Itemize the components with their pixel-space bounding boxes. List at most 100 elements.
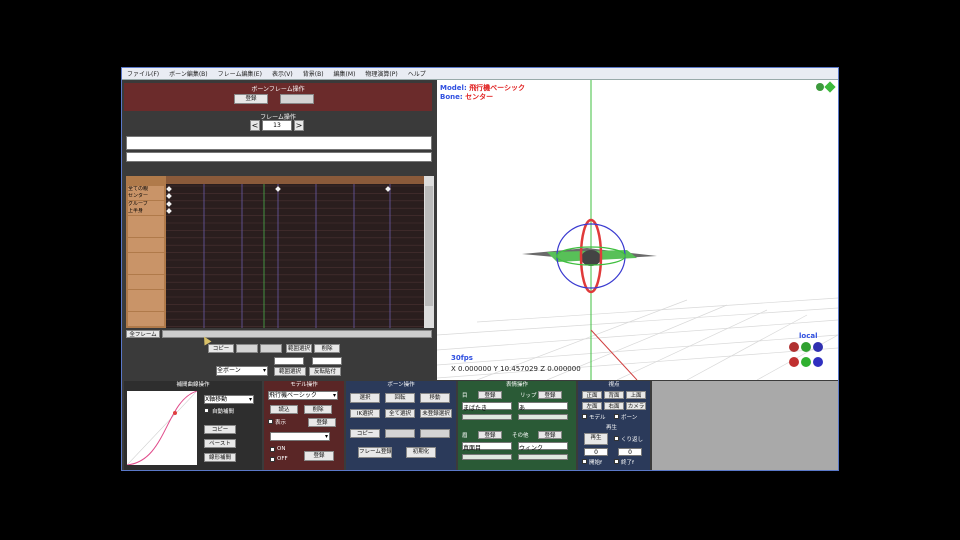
bone-row-name[interactable] xyxy=(128,311,164,319)
menu-background[interactable]: 背景(B) xyxy=(298,69,329,78)
bone-row-name[interactable]: 上半身 xyxy=(128,208,164,216)
view-left-button[interactable]: 左面 xyxy=(582,402,602,410)
model-ext-dropdown[interactable]: ▾ xyxy=(270,432,330,441)
bone-row-name[interactable] xyxy=(128,289,164,297)
bone-copy-button[interactable]: コピー xyxy=(350,429,380,438)
other-register-button[interactable]: 登録 xyxy=(538,431,562,439)
on-checkbox[interactable] xyxy=(270,447,275,452)
ik-select-button[interactable]: IK選択 xyxy=(350,409,380,418)
menu-physics[interactable]: 物理演算(P) xyxy=(360,69,402,78)
timeline[interactable]: 全ての親 センター グルーブ 上半身 xyxy=(126,176,434,328)
viewport-scene[interactable] xyxy=(437,80,838,380)
bone-row-name[interactable]: 全ての親 xyxy=(128,186,164,193)
view-toggle-icon-1[interactable] xyxy=(815,83,824,91)
model-load-button[interactable]: 読込 xyxy=(270,405,298,414)
play-button[interactable]: 再生 xyxy=(584,433,608,445)
model-register2-button[interactable]: 登録 xyxy=(304,451,334,461)
prev-frame-icon[interactable]: < xyxy=(250,120,260,131)
local-label[interactable]: local xyxy=(799,332,817,340)
view-toggle-icon-2[interactable] xyxy=(824,81,836,93)
move-x-icon[interactable] xyxy=(789,357,799,367)
all-select-button[interactable]: 全て選択 xyxy=(385,409,415,418)
bone-row-name[interactable] xyxy=(128,267,164,275)
eye-slider[interactable] xyxy=(462,414,512,420)
view-camera-button[interactable]: カメラ xyxy=(626,402,646,410)
bone-row-name[interactable] xyxy=(128,260,164,267)
range-end-input[interactable] xyxy=(312,357,342,365)
rotate-x-icon[interactable] xyxy=(789,342,799,352)
3d-viewport[interactable]: Model: 飛行機ベーシック Bone: センター 30fps X 0.000… xyxy=(437,80,838,380)
brow-register-button[interactable]: 登録 xyxy=(478,431,502,439)
menu-frame-edit[interactable]: フレーム編集(E) xyxy=(213,69,267,78)
all-frames-button[interactable]: 全フレーム xyxy=(126,330,160,338)
frame-register-button[interactable]: フレーム登録 xyxy=(358,447,392,458)
scrollbar-thumb[interactable] xyxy=(425,186,433,306)
bone-row-name[interactable] xyxy=(128,245,164,253)
reverse-paste-button[interactable]: 反転貼付 xyxy=(309,367,341,376)
linear-interp-button[interactable]: 線形補間 xyxy=(204,453,236,462)
bone-row-name[interactable]: センター xyxy=(128,193,164,201)
move-y-icon[interactable] xyxy=(801,357,812,367)
bone-move-button[interactable]: 移動 xyxy=(420,393,450,403)
rotate-y-icon[interactable] xyxy=(801,342,812,352)
interp-copy-button[interactable]: コピー xyxy=(204,425,236,434)
play-from-input[interactable]: 0 xyxy=(584,448,608,456)
delete-button[interactable]: 削除 xyxy=(314,344,340,353)
timeline-vertical-scrollbar[interactable] xyxy=(424,176,434,328)
model-dropdown[interactable]: 飛行機ベーシック ▾ xyxy=(268,391,338,400)
frame-comment-field[interactable] xyxy=(126,136,432,150)
bone-row-name[interactable] xyxy=(128,237,164,245)
initialize-button[interactable]: 初期化 xyxy=(406,447,436,458)
model-register-button[interactable]: 登録 xyxy=(308,418,336,427)
menu-bone-edit[interactable]: ボーン編集(B) xyxy=(164,69,213,78)
move-z-icon[interactable] xyxy=(813,357,824,367)
lip-dropdown[interactable]: あ xyxy=(518,402,568,412)
view-top-button[interactable]: 上面 xyxy=(626,391,646,399)
lip-slider[interactable] xyxy=(518,414,568,420)
bone-rotate-button[interactable]: 回転 xyxy=(385,393,415,403)
bone-row-name[interactable] xyxy=(128,297,164,304)
menu-view[interactable]: 表示(V) xyxy=(267,69,298,78)
play-to-input[interactable]: 0 xyxy=(618,448,642,456)
menu-help[interactable]: ヘルプ xyxy=(403,69,431,78)
off-checkbox[interactable] xyxy=(270,457,275,462)
bone-row-name[interactable]: グルーブ xyxy=(128,200,164,208)
unregistered-select-button[interactable]: 未登録選択 xyxy=(420,409,452,418)
view-front-button[interactable]: 正面 xyxy=(582,391,602,399)
menu-edit[interactable]: 編集(M) xyxy=(329,69,361,78)
bone-row-name[interactable] xyxy=(128,230,164,238)
model-view-checkbox[interactable] xyxy=(582,414,587,419)
bone-row-name[interactable] xyxy=(128,223,164,230)
bone-row-name[interactable] xyxy=(128,274,164,282)
lip-register-button[interactable]: 登録 xyxy=(538,391,562,399)
view-back-button[interactable]: 背面 xyxy=(604,391,624,399)
menu-file[interactable]: ファイル(F) xyxy=(122,69,164,78)
loop-checkbox[interactable] xyxy=(614,436,619,441)
eye-register-button[interactable]: 登録 xyxy=(478,391,502,399)
bone-row-name[interactable] xyxy=(128,215,164,223)
copy-button[interactable]: コピー xyxy=(208,344,234,353)
view-right-button[interactable]: 右面 xyxy=(604,402,624,410)
auto-interp-checkbox[interactable] xyxy=(204,408,209,413)
bone-select-button[interactable]: 選択 xyxy=(350,393,380,403)
bone-row-name[interactable] xyxy=(128,319,164,327)
range-start-input[interactable] xyxy=(274,357,304,365)
interp-paste-button[interactable]: ペースト xyxy=(204,439,236,448)
bone-row-name[interactable] xyxy=(128,304,164,312)
next-frame-icon[interactable]: > xyxy=(294,120,304,131)
other-dropdown[interactable]: ウィンク xyxy=(518,442,568,452)
bone-row-name[interactable] xyxy=(128,252,164,260)
eye-dropdown[interactable]: まばたき xyxy=(462,402,512,412)
bone-row-name[interactable] xyxy=(128,282,164,290)
interpolation-curve[interactable] xyxy=(127,391,197,465)
model-show-checkbox[interactable] xyxy=(268,419,273,424)
bone-view-checkbox[interactable] xyxy=(614,414,619,419)
register-button[interactable]: 登録 xyxy=(234,94,268,104)
interpolation-axis-dropdown[interactable]: X軸移動 ▾ xyxy=(204,395,254,404)
model-delete-button[interactable]: 削除 xyxy=(304,405,332,414)
range-select2-button[interactable]: 範囲選択 xyxy=(274,367,306,376)
play-from-checkbox[interactable] xyxy=(582,459,587,464)
rotate-z-icon[interactable] xyxy=(813,342,824,352)
brow-dropdown[interactable]: 真面目 xyxy=(462,442,512,452)
brow-slider[interactable] xyxy=(462,454,512,460)
